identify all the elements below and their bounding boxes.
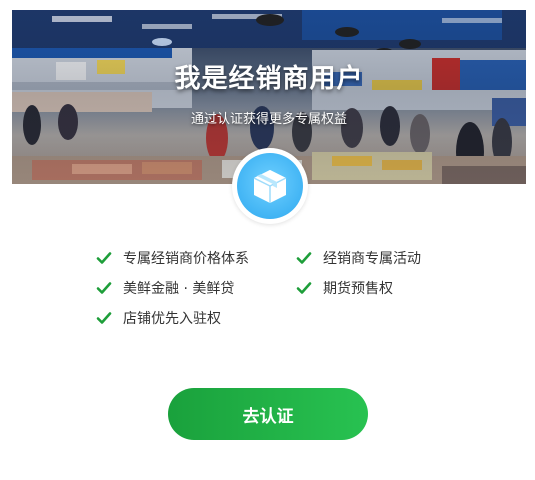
benefit-item: 店铺优先入驻权 — [96, 306, 221, 330]
check-icon — [96, 282, 112, 294]
benefit-label: 美鲜金融 · 美鲜贷 — [123, 281, 235, 297]
check-icon — [96, 312, 112, 324]
benefit-label: 期货预售权 — [323, 281, 393, 297]
benefit-label: 专属经销商价格体系 — [123, 251, 249, 267]
benefit-item: 经销商专属活动 — [296, 246, 421, 270]
benefit-label: 店铺优先入驻权 — [123, 311, 221, 327]
dealer-certification-page: 我是经销商用户 通过认证获得更多专属权益 专属经销商价格体系 经销商专属活动 美… — [0, 0, 535, 480]
benefit-item: 期货预售权 — [296, 276, 393, 300]
check-icon — [96, 252, 112, 264]
benefit-item: 美鲜金融 · 美鲜贷 — [96, 276, 234, 300]
check-icon — [296, 252, 312, 264]
dealer-badge — [232, 148, 308, 224]
hero-title: 我是经销商用户 — [174, 64, 364, 94]
check-icon — [296, 282, 312, 294]
benefit-label: 经销商专属活动 — [323, 251, 421, 267]
hero-subtitle: 通过认证获得更多专属权益 — [190, 112, 347, 127]
certify-button[interactable]: 去认证 — [168, 388, 368, 440]
box-icon — [253, 170, 287, 203]
benefit-item: 专属经销商价格体系 — [96, 246, 249, 270]
